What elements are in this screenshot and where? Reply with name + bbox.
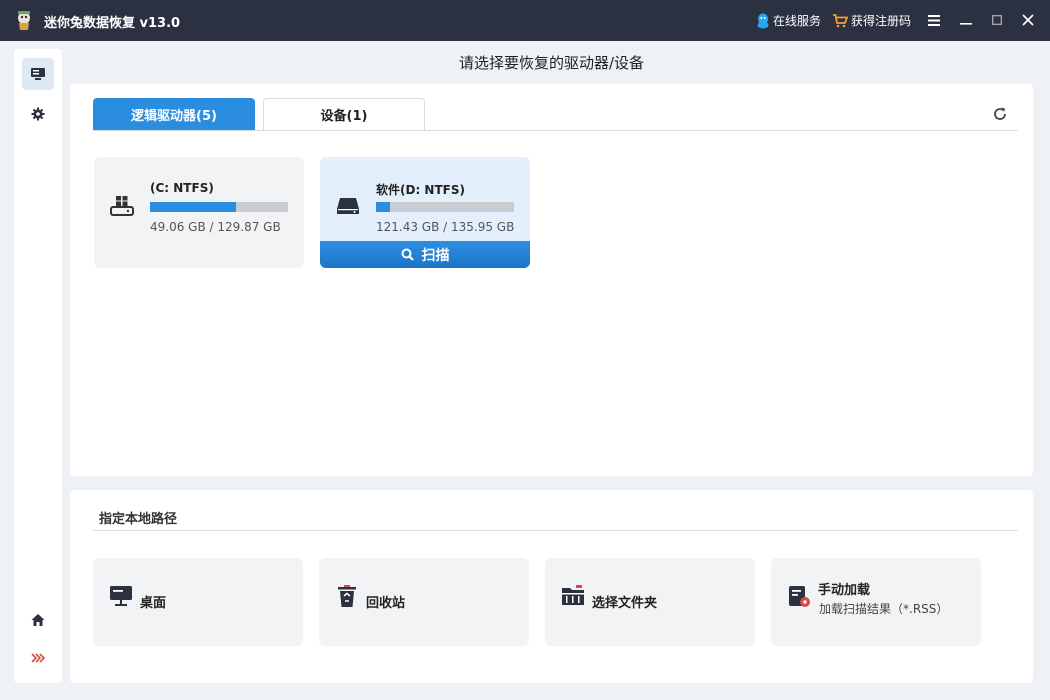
drive-size: 49.06 GB / 129.87 GB (150, 220, 281, 234)
maximize-button[interactable] (987, 10, 1007, 30)
qq-penguin-icon (757, 13, 769, 28)
app-title: 迷你兔数据恢复 v13.0 (44, 16, 181, 31)
drive-card-d[interactable]: 软件(D: NTFS) 121.43 GB / 135.95 GB 扫描 (320, 157, 530, 268)
windows-drive-icon (110, 196, 134, 216)
recycle-bin-label: 回收站 (366, 596, 406, 611)
desktop-icon (110, 586, 132, 606)
gear-icon (31, 107, 45, 121)
drive-usage-fill (150, 202, 236, 212)
hamburger-icon (928, 14, 940, 26)
sidebar-home[interactable] (22, 604, 54, 636)
drive-name: 软件(D: NTFS) (376, 183, 465, 197)
path-section-title: 指定本地路径 (99, 512, 178, 527)
tab-devices[interactable]: 设备(1) (263, 98, 425, 130)
select-folder-card[interactable]: 选择文件夹 (545, 558, 755, 646)
scan-label: 扫描 (421, 247, 450, 264)
monitor-drive-icon (31, 68, 45, 80)
get-code-link[interactable]: 获得注册码 (832, 12, 911, 29)
drive-usage-bar (150, 202, 288, 212)
page-title: 请选择要恢复的驱动器/设备 (458, 54, 645, 72)
menu-button[interactable] (924, 10, 944, 30)
search-icon (401, 248, 414, 261)
double-chevron-right-icon (31, 653, 45, 663)
drive-panel: 逻辑驱动器(5) 设备(1) (C: NTFS) 49.06 GB / 129.… (70, 84, 1033, 476)
minimize-icon (960, 23, 972, 25)
scan-button[interactable]: 扫描 (320, 241, 530, 268)
manual-load-sub: 加载扫描结果（*.RSS） (819, 602, 949, 616)
close-icon (1022, 14, 1034, 26)
hard-drive-icon (337, 198, 359, 214)
path-divider (93, 530, 1018, 531)
desktop-card[interactable]: 桌面 (93, 558, 303, 646)
manual-load-card[interactable]: 手动加载 加载扫描结果（*.RSS） (771, 558, 981, 646)
local-path-panel: 指定本地路径 桌面 回收站 选择文件夹 手动加载 加载扫描结果（*.RSS） (70, 490, 1033, 683)
desktop-label: 桌面 (140, 596, 167, 611)
tab-logical-drives[interactable]: 逻辑驱动器(5) (93, 98, 255, 130)
tab-divider (93, 130, 1018, 131)
refresh-icon (994, 107, 1006, 120)
maximize-icon (992, 15, 1002, 25)
sidebar-drive-recovery[interactable] (22, 58, 54, 90)
home-icon (31, 614, 45, 626)
get-code-label: 获得注册码 (851, 14, 912, 28)
minimize-button[interactable] (956, 10, 976, 30)
drive-usage-bar (376, 202, 514, 212)
manual-load-label: 手动加载 (818, 583, 871, 598)
select-folder-label: 选择文件夹 (592, 596, 658, 611)
sidebar-settings[interactable] (22, 98, 54, 130)
close-button[interactable] (1018, 10, 1038, 30)
sidebar-expand[interactable] (22, 642, 54, 674)
folder-icon (562, 585, 584, 605)
drive-card-c[interactable]: (C: NTFS) 49.06 GB / 129.87 GB (94, 157, 304, 268)
drive-name: (C: NTFS) (150, 181, 214, 195)
recycle-bin-card[interactable]: 回收站 (319, 558, 529, 646)
drive-size: 121.43 GB / 135.95 GB (376, 220, 515, 234)
online-service-label: 在线服务 (773, 14, 822, 28)
cart-icon (833, 13, 848, 27)
manual-load-icon (789, 586, 810, 607)
refresh-button[interactable] (990, 104, 1010, 124)
online-service-link[interactable]: 在线服务 (756, 12, 821, 29)
drive-usage-fill (376, 202, 390, 212)
sidebar (14, 49, 62, 683)
recycle-bin-icon (338, 585, 356, 607)
title-bar: 迷你兔数据恢复 v13.0 在线服务 获得注册码 (0, 0, 1050, 41)
app-logo-icon (18, 11, 30, 30)
